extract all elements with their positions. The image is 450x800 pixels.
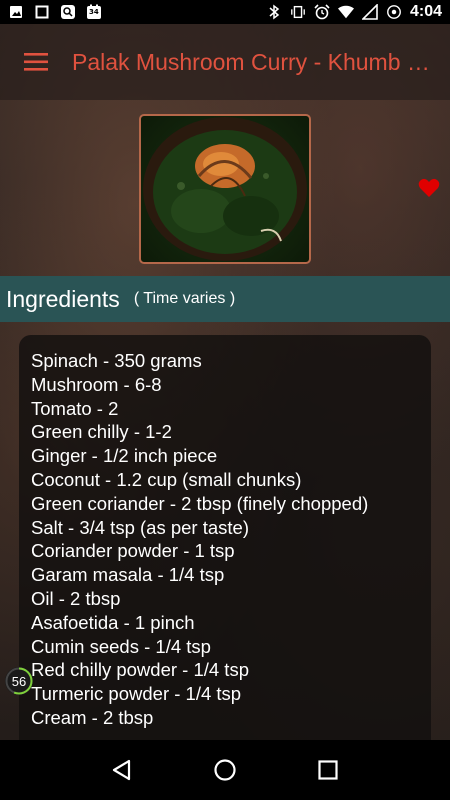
ingredient-item: Coriander powder - 1 tsp [31, 540, 235, 562]
progress-badge[interactable]: 56 [4, 666, 34, 696]
ingredients-header: Ingredients ( Time varies ) [0, 276, 450, 322]
dish-illustration [143, 117, 307, 261]
vibrate-icon [290, 4, 306, 20]
ingredients-title: Ingredients [6, 285, 120, 312]
ingredient-item: Turmeric powder - 1/4 tsp [31, 683, 242, 705]
ingredient-item: Green chilly - 1-2 [31, 421, 172, 443]
status-right-icons: 4:04 [266, 3, 442, 21]
page-title: Palak Mushroom Curry - Khumb Palak [72, 48, 434, 75]
time-label: ( Time varies ) [133, 290, 236, 307]
alarm-icon [314, 4, 330, 20]
ingredient-item: Cream - 2 tbsp [31, 706, 154, 728]
clock: 4:04 [409, 3, 442, 20]
ingredient-item: Asafoetida - 1 pinch [31, 611, 195, 633]
image-icon [8, 4, 24, 20]
favorite-button[interactable] [418, 178, 440, 198]
navigation-bar [0, 740, 450, 800]
recents-button[interactable] [308, 750, 348, 790]
ingredient-item: Garam masala - 1/4 tsp [31, 564, 225, 586]
ingredient-item: Green coriander - 2 tbsp (finely chopped… [31, 492, 369, 514]
progress-value: 56 [11, 673, 27, 689]
ingredient-item: Spinach - 350 grams [31, 350, 202, 371]
ingredient-item: Oil - 2 tbsp [31, 587, 121, 609]
search-icon [60, 4, 76, 20]
sync-icon [386, 4, 402, 20]
signal-icon [361, 4, 378, 20]
home-icon [214, 759, 236, 781]
ingredients-card[interactable]: Spinach - 350 grams Mushroom - 6-8 Tomat… [19, 335, 431, 740]
notification-badge: 34 [89, 8, 99, 16]
recents-icon [318, 760, 338, 780]
ingredient-item: Coconut - 1.2 cup (small chunks) [31, 468, 302, 490]
ingredient-item: Cumin seeds - 1/4 tsp [31, 635, 211, 657]
ingredient-item: Mushroom - 6-8 [31, 373, 162, 395]
menu-button[interactable] [0, 24, 72, 100]
toolbar: Palak Mushroom Curry - Khumb Palak [0, 24, 450, 100]
ingredient-item: Tomato - 2 [31, 397, 119, 419]
home-button[interactable] [205, 750, 245, 790]
calendar-icon: 34 [86, 4, 102, 20]
status-left-icons: 34 [8, 4, 102, 20]
hamburger-menu-icon [24, 53, 48, 71]
recipe-image[interactable] [139, 114, 311, 264]
wifi-icon [337, 4, 354, 20]
heart-icon [418, 178, 440, 197]
square-icon [34, 4, 50, 20]
ingredients-list: Spinach - 350 grams Mushroom - 6-8 Tomat… [31, 349, 419, 730]
back-button[interactable] [102, 750, 142, 790]
back-icon [112, 759, 130, 781]
bluetooth-icon [266, 4, 282, 20]
status-bar: 34 4:04 [0, 0, 450, 24]
ingredient-item: Red chilly powder - 1/4 tsp [31, 659, 249, 681]
ingredient-item: Salt - 3/4 tsp (as per taste) [31, 516, 249, 538]
ingredient-item: Ginger - 1/2 inch piece [31, 445, 218, 467]
